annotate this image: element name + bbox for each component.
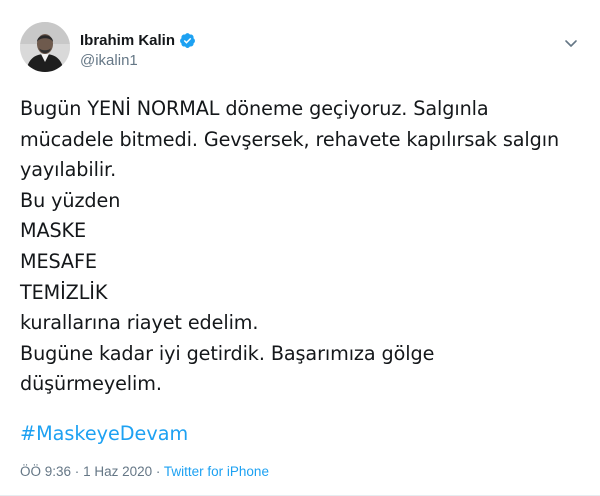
tweet-line: düşürmeyelim. <box>20 372 162 396</box>
author-info: Ibrahim Kalin @ikalin1 <box>80 32 196 69</box>
author-name[interactable]: Ibrahim Kalin <box>80 32 175 49</box>
tweet-text: Bugün YENİ NORMAL döneme geçiyoruz. Salg… <box>20 94 580 400</box>
tweet-line: Bu yüzden <box>20 188 121 212</box>
tweet-date[interactable]: 1 Haz 2020 <box>83 464 152 479</box>
chevron-down-icon[interactable] <box>562 34 580 52</box>
tweet-line: MESAFE <box>20 249 97 273</box>
tweet-line: Bugüne kadar iyi getirdik. Başarımıza gö… <box>20 341 435 365</box>
tweet-line: kurallarına riayet edelim. <box>20 311 259 335</box>
tweet-line: mücadele bitmedi. Gevşersek, rehavete ka… <box>20 127 560 151</box>
tweet-line: TEMİZLİK <box>20 280 108 304</box>
verified-badge-icon <box>179 32 196 49</box>
tweet-header: Ibrahim Kalin @ikalin1 <box>20 22 580 78</box>
meta-separator: · <box>74 464 80 479</box>
tweet-line: MASKE <box>20 219 87 243</box>
avatar[interactable] <box>20 22 70 72</box>
tweet-line: Bugün YENİ NORMAL döneme geçiyoruz. Salg… <box>20 97 489 120</box>
tweet-time[interactable]: ÖÖ 9:36 <box>20 464 71 479</box>
profile-photo-icon <box>20 22 70 72</box>
tweet-card: Ibrahim Kalin @ikalin1 Bugün YENİ NORMAL… <box>0 0 600 496</box>
author-handle[interactable]: @ikalin1 <box>80 52 196 69</box>
author-name-row: Ibrahim Kalin <box>80 32 196 49</box>
tweet-source-link[interactable]: Twitter for iPhone <box>164 464 269 479</box>
meta-separator: · <box>155 464 161 479</box>
tweet-meta: ÖÖ 9:36 · 1 Haz 2020 · Twitter for iPhon… <box>20 464 269 479</box>
hashtag-link[interactable]: #MaskeyeDevam <box>20 422 188 445</box>
tweet-line: yayılabilir. <box>20 158 117 182</box>
